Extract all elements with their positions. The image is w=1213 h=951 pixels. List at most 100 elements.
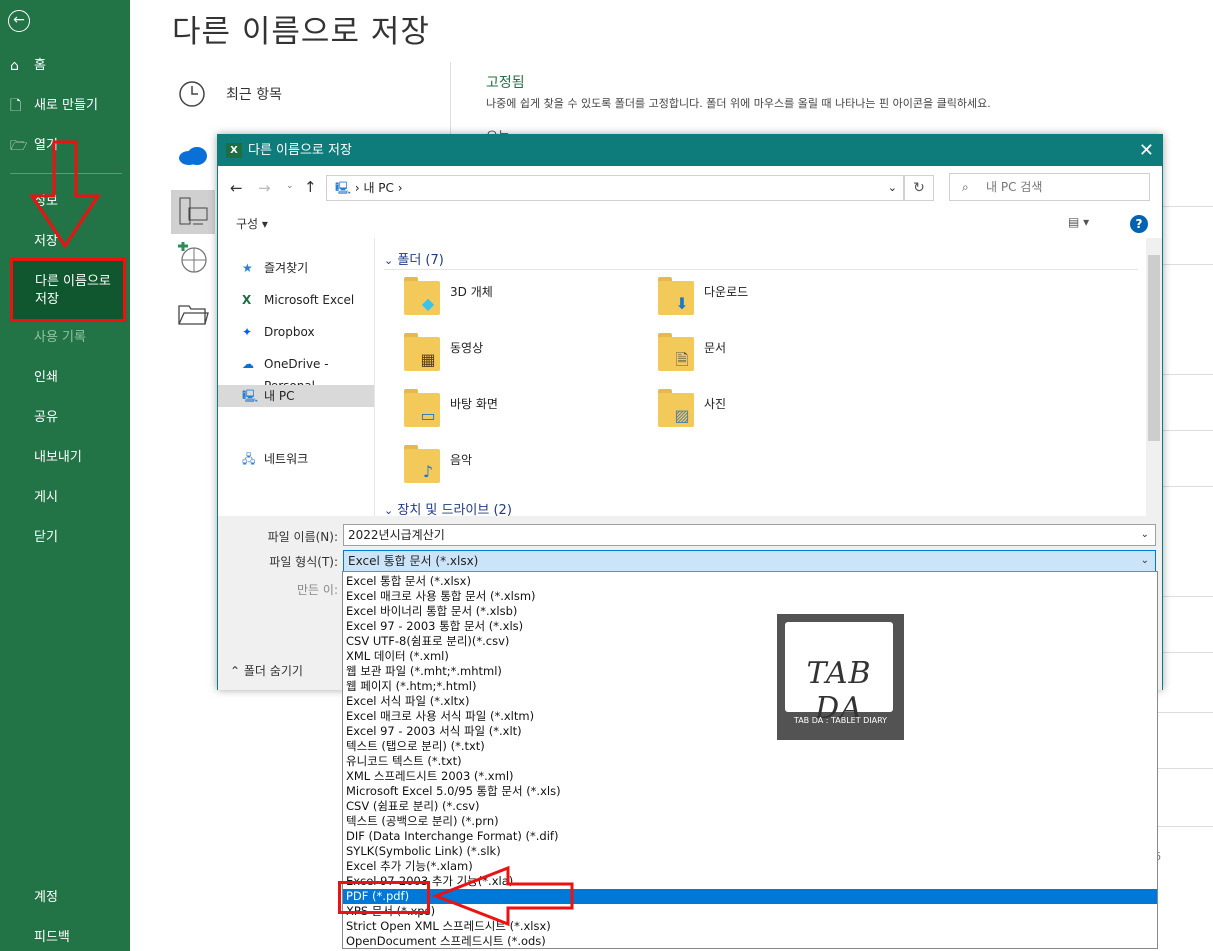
recent-locations-chevron-icon[interactable]: ⌄ xyxy=(286,181,294,191)
back-arrow-icon[interactable]: ← xyxy=(8,10,30,32)
add-place-globe-icon[interactable] xyxy=(176,242,208,274)
computer-icon: 🖳 xyxy=(242,389,259,403)
address-bar[interactable]: 🖳 › 내 PC › ⌄ xyxy=(326,175,904,201)
filetype-option[interactable]: DIF (Data Interchange Format) (*.dif) xyxy=(343,829,1157,844)
onedrive-cloud-icon[interactable] xyxy=(177,144,209,166)
nav-pane-favorites[interactable]: ★ 즐겨찾기 xyxy=(242,257,308,279)
filetype-option[interactable]: Excel 97 - 2003 서식 파일 (*.xlt) xyxy=(343,724,1157,739)
close-icon[interactable]: ✕ xyxy=(1139,135,1154,166)
help-icon[interactable]: ? xyxy=(1130,215,1148,233)
filename-input[interactable]: 2022년시급계산기 ⌄ xyxy=(343,524,1156,546)
download-arrow-icon: ⬇ xyxy=(675,294,689,313)
desktop-icon: ▭ xyxy=(420,406,436,425)
search-input[interactable]: ⌕ 내 PC 검색 xyxy=(949,173,1150,201)
filetype-option[interactable]: 웹 보관 파일 (*.mht;*.mhtml) xyxy=(343,664,1157,679)
home-icon: ⌂ xyxy=(10,58,19,74)
nav-history: 사용 기록 xyxy=(34,330,86,345)
authors-label: 만든 이: xyxy=(297,583,338,597)
filetype-option[interactable]: 텍스트 (탭으로 분리) (*.txt) xyxy=(343,739,1157,754)
star-icon: ★ xyxy=(242,261,253,275)
filetype-option[interactable]: Excel 97 - 2003 통합 문서 (*.xls) xyxy=(343,619,1157,634)
nav-save-as[interactable]: 다른 이름으로 저장 xyxy=(10,258,126,322)
nav-pane-excel[interactable]: X Microsoft Excel xyxy=(242,289,354,311)
filetype-option[interactable]: Excel 바이너리 통합 문서 (*.xlsb) xyxy=(343,604,1157,619)
dialog-titlebar[interactable]: X 다른 이름으로 저장 ✕ xyxy=(218,135,1162,166)
picture-icon: ▨ xyxy=(674,406,690,425)
filetype-option[interactable]: XML 데이터 (*.xml) xyxy=(343,649,1157,664)
nav-pane-onedrive[interactable]: ☁OneDrive - Personal xyxy=(242,353,374,393)
location-recent[interactable]: 최근 항목 xyxy=(226,84,282,104)
chevron-down-icon: ⌄ xyxy=(1140,529,1149,540)
browse-folder-icon[interactable] xyxy=(177,302,209,326)
chevron-up-icon: ⌃ xyxy=(230,664,241,678)
list-line xyxy=(1150,712,1213,713)
list-line xyxy=(1150,768,1213,769)
address-dropdown-icon[interactable]: ⌄ xyxy=(888,176,897,200)
filetype-option[interactable]: Excel 매크로 사용 서식 파일 (*.xltm) xyxy=(343,709,1157,724)
open-folder-icon: 🗁 xyxy=(10,138,28,154)
filetype-select[interactable]: Excel 통합 문서 (*.xlsx) ⌄ xyxy=(343,550,1156,572)
filetype-option[interactable]: CSV UTF-8(쉼표로 분리)(*.csv) xyxy=(343,634,1157,649)
filetype-option[interactable]: Microsoft Excel 5.0/95 통합 문서 (*.xls) xyxy=(343,784,1157,799)
filetype-option[interactable]: CSV (쉼표로 분리) (*.csv) xyxy=(343,799,1157,814)
nav-pane-network[interactable]: 🖧 네트워크 xyxy=(242,448,308,470)
nav-export[interactable]: 내보내기 xyxy=(0,448,130,468)
page-title: 다른 이름으로 저장 xyxy=(172,14,430,50)
filetype-option[interactable]: 유니코드 텍스트 (*.txt) xyxy=(343,754,1157,769)
dialog-title: 다른 이름으로 저장 xyxy=(248,143,352,158)
new-document-icon: 🗋 xyxy=(10,98,22,114)
onedrive-icon: ☁ xyxy=(242,357,254,371)
nav-share[interactable]: 공유 xyxy=(0,408,130,428)
group-divider xyxy=(384,269,1138,270)
filetype-option[interactable]: 웹 페이지 (*.htm;*.html) xyxy=(343,679,1157,694)
filetype-option[interactable]: SYLK(Symbolic Link) (*.slk) xyxy=(343,844,1157,859)
refresh-icon[interactable]: ↻ xyxy=(904,175,934,201)
film-icon: ▦ xyxy=(420,350,436,369)
3d-objects-icon: ◆ xyxy=(421,294,435,313)
chevron-down-icon: ⌄ xyxy=(384,254,394,267)
nav-home[interactable]: ⌂ 홈 xyxy=(0,56,130,76)
back-nav-icon[interactable]: ← xyxy=(230,179,243,197)
filetype-option[interactable]: 텍스트 (공백으로 분리) (*.prn) xyxy=(343,814,1157,829)
up-folder-icon[interactable]: ↑ xyxy=(304,178,317,196)
excel-icon: X xyxy=(242,293,252,307)
filetype-option[interactable]: OpenDocument 스프레드시트 (*.ods) xyxy=(343,934,1157,949)
filename-label: 파일 이름(N): xyxy=(267,530,338,544)
this-pc-icon xyxy=(179,197,208,225)
nav-close[interactable]: 닫기 xyxy=(0,528,130,548)
nav-new[interactable]: 🗋 새로 만들기 xyxy=(0,96,130,116)
list-line xyxy=(1150,826,1213,827)
excel-app-icon: X xyxy=(226,143,242,158)
forward-nav-icon[interactable]: → xyxy=(258,179,271,197)
column-divider xyxy=(450,62,451,142)
nav-print[interactable]: 인쇄 xyxy=(0,368,130,388)
nav-pane-dropbox[interactable]: ✦ Dropbox xyxy=(242,321,315,343)
filetype-option[interactable]: Excel 매크로 사용 통합 문서 (*.xlsm) xyxy=(343,589,1157,604)
location-this-pc[interactable] xyxy=(171,190,215,234)
filetype-option[interactable]: Excel 통합 문서 (*.xlsx) xyxy=(343,574,1157,589)
filetype-option[interactable]: Excel 서식 파일 (*.xltx) xyxy=(343,694,1157,709)
nav-pane-this-pc[interactable]: 🖳 내 PC xyxy=(218,385,374,407)
filetype-option[interactable]: XML 스프레드시트 2003 (*.xml) xyxy=(343,769,1157,784)
navigation-pane: ★ 즐겨찾기 X Microsoft Excel ✦ Dropbox ☁ OneDriv… xyxy=(218,238,375,516)
pinned-heading: 고정됨 xyxy=(486,75,525,91)
search-icon: ⌕ xyxy=(962,180,969,194)
logo-subtitle: TAB DA : TABLET DIARY xyxy=(793,716,888,725)
chevron-down-icon: ⌄ xyxy=(1140,555,1149,566)
hide-folders-button[interactable]: ⌃ 폴더 숨기기 xyxy=(230,662,303,679)
filetype-label: 파일 형식(T): xyxy=(269,555,338,569)
network-icon: 🖧 xyxy=(242,452,256,466)
scrollbar-thumb[interactable] xyxy=(1148,255,1160,441)
computer-icon: 🖳 xyxy=(335,181,352,195)
nav-feedback[interactable]: 피드백 xyxy=(0,928,130,948)
organize-menu[interactable]: 구성 ▾ xyxy=(236,215,268,232)
document-icon: 🗎 xyxy=(675,350,689,369)
nav-publish[interactable]: 게시 xyxy=(0,488,130,508)
music-note-icon: ♪ xyxy=(422,462,434,481)
view-options-icon[interactable]: ▤ ▾ xyxy=(1068,215,1089,229)
folders-group-header[interactable]: ⌄ 폴더 (7) xyxy=(384,249,444,268)
annotation-left-arrow xyxy=(431,865,574,927)
dropbox-icon: ✦ xyxy=(242,325,253,339)
annotation-down-arrow xyxy=(29,140,101,249)
nav-account[interactable]: 계정 xyxy=(0,888,130,908)
